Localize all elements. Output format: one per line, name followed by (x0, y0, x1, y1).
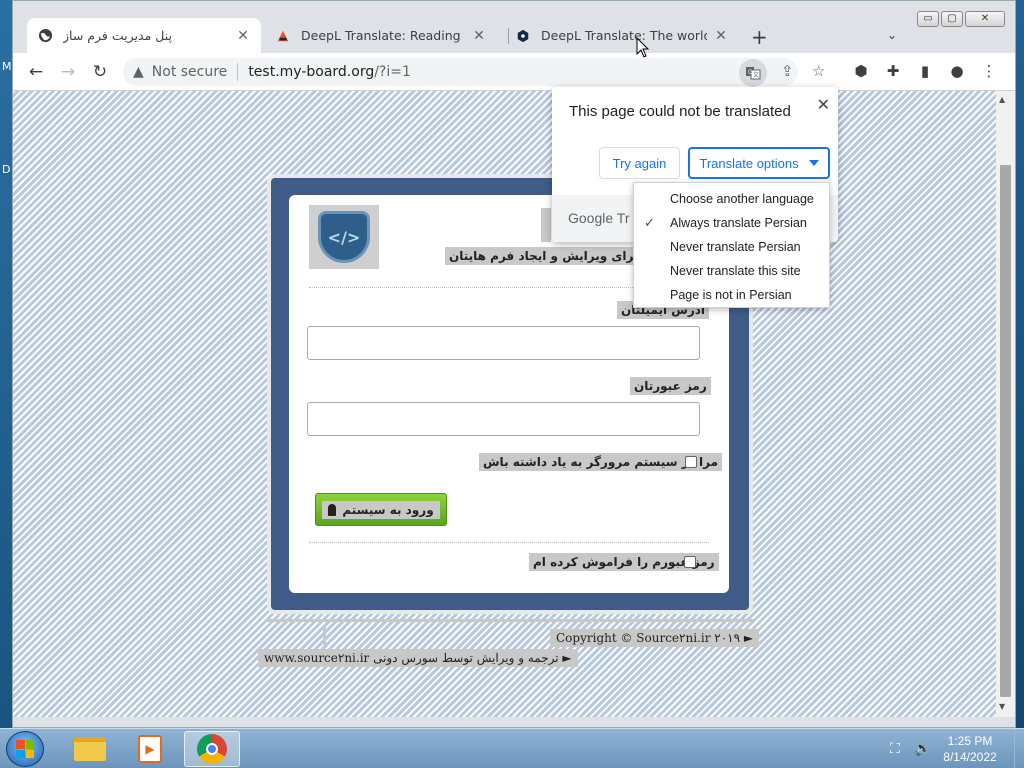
volume-icon[interactable]: 🔈 (914, 741, 931, 757)
side-panel-icon[interactable]: ▮ (915, 62, 935, 80)
menu-item-choose-language[interactable]: Choose another language (634, 187, 829, 211)
url-host: test.my-board.org (248, 64, 375, 80)
password-label: رمز عبورتان (630, 377, 711, 395)
menu-item-never-translate-site[interactable]: Never translate this site (634, 259, 829, 283)
translate-options-button[interactable]: Translate options (688, 147, 830, 179)
google-translate-label: Google Tr (568, 210, 630, 226)
menu-item-label: Never translate Persian (670, 240, 801, 254)
footer-divider (309, 542, 709, 543)
taskbar-media-player[interactable]: ▶ (122, 731, 178, 767)
page-viewport: </> ن . برای ویرایش و ایجاد فرم هایتان آ… (13, 91, 996, 717)
taskbar: ▶ ⛶ 🔈 1:25 PM 8/14/2022 (0, 728, 1024, 768)
menu-item-label: Page is not in Persian (670, 288, 792, 302)
chrome-icon (197, 734, 227, 764)
dropdown-caret-icon (808, 160, 819, 166)
deepl-extension-icon[interactable]: ⬢ (851, 62, 871, 80)
footer-rule (265, 619, 755, 627)
minimize-button[interactable]: ▭ (917, 11, 939, 27)
extensions-puzzle-icon[interactable]: ✚ (883, 62, 903, 80)
share-icon[interactable]: ⇪ (781, 62, 794, 80)
address-bar[interactable]: ▲ Not secure test.my-board.org/?i=1 (123, 58, 798, 86)
translate-message: This page could not be translated (569, 103, 791, 120)
login-button[interactable]: ورود به سیستم (315, 493, 447, 526)
close-window-button[interactable]: ✕ (965, 11, 1005, 27)
credit-link[interactable]: www.source۲ni.ir ترجمه و ویرایش توسط سور… (258, 649, 578, 667)
menu-item-label: Always translate Persian (670, 216, 807, 230)
scroll-down-icon[interactable]: ▼ (999, 702, 1005, 711)
translate-options-menu: Choose another language ✓ Always transla… (633, 182, 830, 308)
desktop-label-1: M (2, 60, 12, 73)
menu-item-label: Choose another language (670, 192, 814, 206)
tab-deepl-translate[interactable]: DeepL Translate: The world's most ✕ (505, 18, 739, 53)
new-tab-button[interactable]: + (751, 25, 768, 49)
window-controls: ▭ ▢ ✕ (917, 11, 1005, 27)
start-button[interactable] (6, 731, 44, 767)
deepl-pen-icon (275, 28, 291, 44)
forgot-password-checkbox[interactable] (684, 556, 696, 568)
footer-tick (323, 627, 326, 645)
remember-me-checkbox[interactable] (685, 456, 697, 468)
code-shield-logo: </> (309, 205, 379, 269)
tab-deepl-reading[interactable]: DeepL Translate: Reading & writing ✕ (265, 18, 497, 53)
back-icon[interactable]: ← (25, 62, 47, 82)
maximize-button[interactable]: ▢ (941, 11, 963, 27)
mouse-cursor-icon (636, 37, 650, 58)
warning-triangle-icon[interactable]: ▲ (133, 64, 144, 80)
keyhole-icon (328, 503, 337, 516)
close-tab-icon[interactable]: ✕ (713, 28, 729, 44)
deepl-icon (515, 28, 531, 44)
network-icon[interactable]: ⛶ (890, 741, 900, 757)
menu-item-never-translate-language[interactable]: Never translate Persian (634, 235, 829, 259)
system-clock[interactable]: 1:25 PM 8/14/2022 (940, 733, 1000, 765)
tab-strip: پنل مدیریت فرم ساز ✕ DeepL Translate: Re… (13, 1, 1015, 53)
windows-logo-icon (16, 740, 34, 758)
browser-toolbar: ← → ↻ ▲ Not secure test.my-board.org/?i=… (13, 53, 1015, 91)
taskbar-explorer[interactable] (62, 731, 118, 767)
translate-icon[interactable]: G文 (739, 59, 767, 87)
clock-date: 8/14/2022 (943, 750, 997, 764)
shield-icon: </> (318, 211, 370, 263)
browser-window: پنل مدیریت فرم ساز ✕ DeepL Translate: Re… (12, 0, 1016, 728)
clock-time: 1:25 PM (947, 734, 993, 748)
tab-title: DeepL Translate: Reading & writing (301, 28, 465, 43)
globe-icon (37, 28, 53, 44)
reload-icon[interactable]: ↻ (89, 62, 111, 82)
page-title-highlight (541, 208, 551, 242)
scroll-up-icon[interactable]: ▲ (999, 95, 1005, 104)
scrollbar-thumb[interactable] (1000, 165, 1011, 697)
translate-options-label: Translate options (699, 155, 799, 171)
close-icon[interactable]: ✕ (817, 95, 830, 114)
tab-title: DeepL Translate: The world's most (541, 28, 707, 43)
try-again-button[interactable]: Try again (599, 147, 680, 179)
tab-search-chevron-icon[interactable]: ⌄ (887, 28, 897, 42)
bookmark-star-icon[interactable]: ☆ (812, 62, 825, 80)
media-player-icon: ▶ (138, 735, 162, 763)
close-tab-icon[interactable]: ✕ (235, 28, 251, 44)
svg-text:文: 文 (753, 71, 759, 79)
folder-icon (74, 737, 106, 761)
forward-icon[interactable]: → (57, 62, 79, 82)
email-field[interactable] (307, 326, 700, 360)
security-label[interactable]: Not secure (152, 64, 228, 80)
tab-title: پنل مدیریت فرم ساز (63, 28, 172, 43)
login-button-label: ورود به سیستم (342, 502, 434, 517)
copyright-text: Copyright © Source۲ni.ir ۲۰۱۹ ► (550, 629, 760, 647)
close-tab-icon[interactable]: ✕ (471, 28, 487, 44)
checkmark-icon: ✓ (644, 215, 655, 230)
desktop-label-2: D (2, 163, 11, 176)
menu-item-not-persian[interactable]: Page is not in Persian (634, 283, 829, 307)
menu-kebab-icon[interactable]: ⋮ (979, 62, 999, 80)
url-path: /?i=1 (374, 64, 411, 80)
taskbar-chrome[interactable] (184, 731, 240, 767)
password-field[interactable] (307, 402, 700, 436)
tab-form-builder[interactable]: پنل مدیریت فرم ساز ✕ (27, 18, 261, 53)
menu-item-label: Never translate this site (670, 264, 801, 278)
show-desktop-button[interactable] (1014, 729, 1024, 768)
profile-avatar-icon[interactable]: ● (947, 62, 967, 80)
menu-item-always-translate[interactable]: ✓ Always translate Persian (634, 211, 829, 235)
omnibox-divider (237, 63, 239, 81)
